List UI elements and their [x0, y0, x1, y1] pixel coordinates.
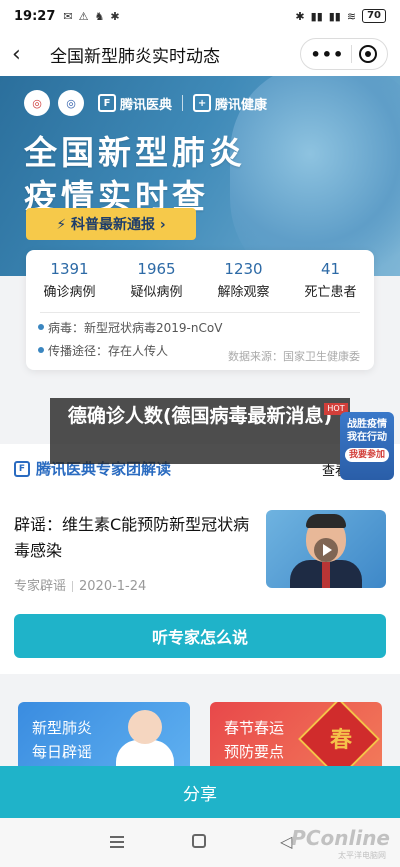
- brand-tencent-yidian: F 腾讯医典 + 腾讯健康: [98, 94, 267, 113]
- join-button[interactable]: 我要参加: [345, 448, 389, 462]
- signal-icon: ▮▮: [310, 9, 323, 23]
- stat-value: 1391: [50, 260, 89, 278]
- virus-info: 病毒：新型冠状病毒2019-nCoV: [26, 319, 374, 336]
- notification-icons: ✉ ⚠ ♞ ✱: [63, 10, 119, 23]
- health-commission-logo: ◎: [24, 90, 50, 116]
- page-title: 全国新型肺炎实时动态: [50, 46, 220, 67]
- ask-expert-button[interactable]: 听专家怎么说: [14, 614, 386, 658]
- campaign-line2: 我在行动: [347, 432, 387, 443]
- campaign-line1: 战胜疫情: [347, 419, 387, 430]
- signal2-icon: ▮▮: [328, 9, 341, 23]
- expert-tie: [322, 562, 330, 588]
- stat-suspected: 1965 疑似病例: [113, 260, 200, 300]
- stat-released: 1230 解除观察: [200, 260, 287, 300]
- warning-icon: ⚠: [78, 9, 89, 23]
- data-source: 数据来源：国家卫生健康委: [228, 350, 360, 363]
- article-tag: 专家辟谣: [14, 579, 67, 594]
- hero-title-line1: 全国新型肺炎: [24, 133, 246, 172]
- stat-label: 确诊病例: [43, 285, 96, 300]
- brand-divider: [182, 95, 184, 111]
- system-icons: ✱ ▮▮ ▮▮ ≋ 70: [295, 9, 386, 23]
- brand2-label: 腾讯健康: [215, 97, 268, 113]
- stat-label: 死亡患者: [304, 285, 357, 300]
- article-date: 2020-1-24: [79, 579, 147, 594]
- play-icon[interactable]: [314, 538, 338, 562]
- spring-festival-tile[interactable]: 春 春节春运 预防要点: [210, 702, 382, 772]
- battery-indicator: 70: [362, 9, 386, 23]
- home-icon[interactable]: [192, 834, 206, 848]
- yidian-icon: F: [98, 94, 116, 112]
- more-icon[interactable]: •••: [311, 45, 345, 64]
- tile-line1: 新型肺炎: [32, 719, 93, 737]
- article-meta: 专家辟谣 2020-1-24: [14, 575, 146, 594]
- expert-section: F 腾讯医典专家团解读 查看 辟谣：维生素C能预防新型冠状病毒感染 专家辟谣 20…: [0, 444, 400, 674]
- app-icon: ♞: [94, 9, 105, 23]
- stats-divider: [40, 312, 360, 313]
- system-nav-bar: ◁ PConline 太平洋电脑网: [0, 818, 400, 867]
- partner-logo: ◎: [58, 90, 84, 116]
- stat-confirmed: 1391 确诊病例: [26, 260, 113, 300]
- campaign-badge[interactable]: 战胜疫情 我在行动 我要参加: [340, 412, 394, 480]
- spring-badge: 春: [329, 728, 352, 753]
- doctor-icon: [128, 710, 162, 744]
- stats-row: 1391 确诊病例 1965 疑似病例 1230 解除观察 41 死亡患者: [26, 250, 374, 300]
- close-icon[interactable]: [359, 45, 378, 63]
- status-time: 19:27: [14, 8, 56, 24]
- stats-card: 1391 确诊病例 1965 疑似病例 1230 解除观察 41 死亡患者 病毒…: [26, 250, 374, 370]
- app-page: 19:27 ✉ ⚠ ♞ ✱ ✱ ▮▮ ▮▮ ≋ 70 ‹ 全国新型肺炎实时动态 …: [0, 0, 400, 867]
- yidian-icon: F: [14, 460, 30, 477]
- menu-icon[interactable]: [110, 836, 124, 848]
- watermark: PConline: [291, 826, 390, 850]
- headline-overlay: 德确诊人数(德国病毒最新消息): [50, 398, 350, 464]
- nav-bar: ‹ 全国新型肺炎实时动态 •••: [0, 32, 400, 76]
- stat-value: 1965: [137, 260, 176, 278]
- stat-label: 解除观察: [217, 285, 270, 300]
- brand1-label: 腾讯医典: [120, 97, 173, 113]
- back-arrow-icon[interactable]: ‹: [12, 42, 36, 67]
- meta-divider: [72, 581, 74, 592]
- logo-row: ◎ ◎ F 腾讯医典 + 腾讯健康: [24, 90, 267, 116]
- mail-icon: ✉: [63, 9, 73, 23]
- stat-value: 1230: [224, 260, 263, 278]
- video-thumbnail[interactable]: [266, 510, 386, 588]
- stat-deaths: 41 死亡患者: [287, 260, 374, 300]
- stat-label: 疑似病例: [130, 285, 183, 300]
- stat-value: 41: [320, 260, 341, 278]
- wifi-icon: ≋: [346, 9, 357, 23]
- latest-report-button[interactable]: ⚡ 科普最新通报 ›: [26, 208, 196, 240]
- daily-rumor-tile[interactable]: 新型肺炎 每日辟谣: [18, 702, 190, 772]
- capsule-divider: [351, 45, 353, 63]
- status-bar: 19:27 ✉ ⚠ ♞ ✱ ✱ ▮▮ ▮▮ ≋ 70: [0, 0, 400, 32]
- hero-banner: ◎ ◎ F 腾讯医典 + 腾讯健康 全国新型肺炎 疫情实时查 ⚡ 科普最新通报 …: [0, 76, 400, 276]
- bluetooth-icon: ✱: [295, 9, 305, 23]
- watermark-sub: 太平洋电脑网: [338, 851, 386, 860]
- health-icon: +: [193, 94, 212, 112]
- article-title[interactable]: 辟谣：维生素C能预防新型冠状病毒感染: [14, 512, 254, 564]
- share-button[interactable]: 分享: [0, 766, 400, 818]
- expert-hair: [306, 514, 346, 528]
- snowflake-icon: ✱: [110, 9, 120, 23]
- miniprogram-capsule: •••: [300, 38, 388, 70]
